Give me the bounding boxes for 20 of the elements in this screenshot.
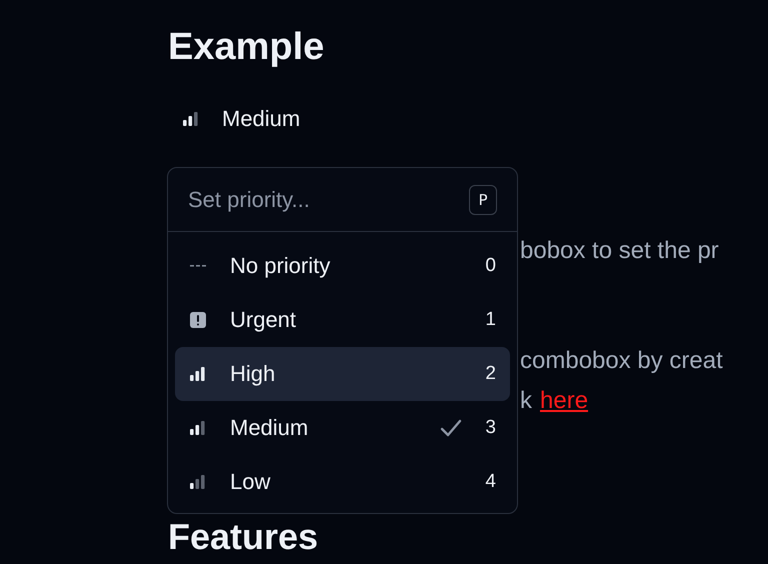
page-heading: Example	[168, 25, 326, 70]
menu-item[interactable]: No priority 0	[175, 239, 510, 293]
paragraph-text: k	[520, 387, 532, 415]
signal-bars-icon	[190, 421, 205, 435]
menu-item[interactable]: Low 4	[175, 455, 510, 509]
signal-bars-icon	[183, 112, 198, 126]
paragraph-text: combobox by creat	[520, 347, 723, 374]
menu-item[interactable]: Urgent 1	[175, 293, 510, 347]
exclamation-icon	[190, 312, 206, 328]
menu-item[interactable]: Medium 3	[175, 401, 510, 455]
signal-bars-icon	[190, 475, 205, 489]
menu-item[interactable]: High 2	[175, 347, 510, 401]
signal-bars-icon	[190, 367, 205, 381]
section-heading: Features	[168, 517, 320, 557]
search-field[interactable]: Set priority...	[188, 186, 438, 212]
priority-label[interactable]: Medium	[222, 106, 300, 132]
shortcut-key: P	[469, 184, 497, 214]
dashes-icon	[190, 265, 206, 267]
here-link[interactable]: here	[540, 387, 588, 415]
paragraph-text: bobox to set the pr	[520, 237, 719, 264]
